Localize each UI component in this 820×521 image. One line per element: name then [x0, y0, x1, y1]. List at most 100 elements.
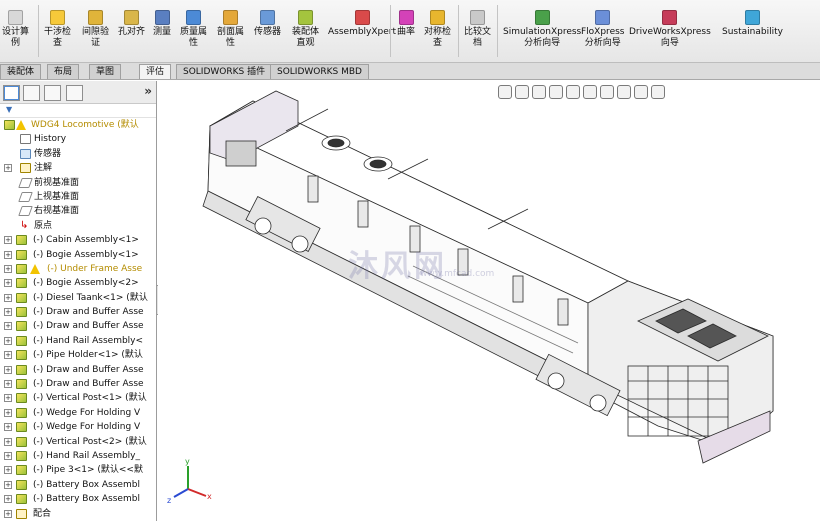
expand-icon[interactable]: +	[4, 293, 12, 302]
annotations-icon	[20, 163, 31, 174]
assemblyxpert-button[interactable]: AssemblyXpert	[328, 10, 396, 38]
tree-item[interactable]: + (-) Pipe 3<1> (默认<<默	[0, 463, 156, 477]
tab-2[interactable]: 草图	[89, 64, 122, 79]
tree-item-label: (-) Hand Rail Assembly<	[33, 335, 144, 346]
expand-icon[interactable]: +	[4, 451, 12, 460]
interference-check-icon	[50, 10, 65, 25]
tab-5[interactable]: SOLIDWORKS MBD	[270, 64, 369, 79]
compare-documents-icon	[470, 10, 485, 25]
tree-root-label: WDG4 Locomotive (默认	[31, 120, 139, 130]
assembly-viz-button[interactable]: 装配体 直观	[292, 10, 319, 49]
tree-item[interactable]: + (-) Pipe Holder<1> (默认	[0, 348, 156, 362]
part-icon	[16, 292, 27, 303]
display-manager-tab-icon[interactable]	[66, 85, 83, 101]
expand-icon[interactable]: +	[4, 308, 12, 317]
subassembly-icon	[16, 263, 27, 274]
section-props-button[interactable]: 剖面属 性	[217, 10, 244, 49]
feature-tree-tab-icon[interactable]	[3, 85, 20, 101]
tree-item[interactable]: 前视基准面	[0, 176, 156, 190]
tree-item-label: (-) Draw and Buffer Asse	[33, 364, 144, 375]
expand-icon[interactable]: +	[4, 336, 12, 345]
tree-item[interactable]: + 注解	[0, 161, 156, 175]
tree-item[interactable]: + (-) Cabin Assembly<1>	[0, 233, 156, 247]
tree-item[interactable]: + (-) Wedge For Holding V	[0, 406, 156, 420]
part-icon	[16, 350, 27, 361]
expand-icon[interactable]: +	[4, 480, 12, 489]
simxpress-button[interactable]: SimulationXpress 分析向导	[503, 10, 581, 49]
expand-icon[interactable]: +	[4, 322, 12, 331]
tab-3[interactable]: 评估	[139, 64, 172, 79]
measure-button[interactable]: 测量	[153, 10, 171, 38]
tab-1[interactable]: 布局	[47, 64, 80, 79]
expand-icon[interactable]: +	[4, 279, 12, 288]
tree-item[interactable]: + (-) Vertical Post<1> (默认	[0, 391, 156, 405]
expand-icon[interactable]: +	[4, 437, 12, 446]
expand-icon[interactable]: +	[4, 164, 12, 173]
mass-props-button[interactable]: 质量属 性	[180, 10, 207, 49]
feature-manager-panel: » ▼ WDG4 Locomotive (默认 History 传感器 + 注解前视基…	[0, 81, 157, 521]
sensor-icon	[260, 10, 275, 25]
expand-icon[interactable]: +	[4, 423, 12, 432]
tree-item[interactable]: + (-) Bogie Assembly<1>	[0, 248, 156, 262]
design-study-button[interactable]: 设计算 例	[2, 10, 29, 49]
driveworks-button[interactable]: DriveWorksXpress 向导	[629, 10, 711, 49]
compare-label: 比较文 档	[464, 27, 492, 48]
curvature-button[interactable]: 曲率	[397, 10, 415, 38]
expand-icon[interactable]: +	[4, 394, 12, 403]
sustainability-button[interactable]: Sustainability	[722, 10, 783, 38]
tree-item[interactable]: + (-) Diesel Taank<1> (默认	[0, 291, 156, 305]
graphics-area[interactable]: y x z 沐风网 www.mfcad.com	[158, 81, 820, 521]
expand-icon[interactable]: +	[4, 365, 12, 374]
property-manager-tab-icon[interactable]	[23, 85, 40, 101]
tree-item[interactable]: 传感器	[0, 147, 156, 161]
tree-item[interactable]: History	[0, 132, 156, 146]
interference-button[interactable]: 干涉检 查	[44, 10, 71, 49]
subassembly-icon	[16, 321, 27, 332]
filter-row: ▼	[0, 104, 156, 118]
tree-item[interactable]: + (-) Bogie Assembly<2>	[0, 276, 156, 290]
tree-item[interactable]: 上视基准面	[0, 190, 156, 204]
tree-item[interactable]: + (-) Vertical Post<2> (默认	[0, 435, 156, 449]
driveworksxpress-icon	[662, 10, 678, 25]
expand-icon[interactable]: +	[4, 466, 12, 475]
tab-4[interactable]: SOLIDWORKS 插件	[176, 64, 273, 79]
expand-icon[interactable]: +	[4, 236, 12, 245]
tree-item[interactable]: + (-) Hand Rail Assembly<	[0, 334, 156, 348]
configuration-manager-tab-icon[interactable]	[44, 85, 61, 101]
subassembly-icon	[16, 307, 27, 318]
tree-item[interactable]: + (-) Draw and Buffer Asse	[0, 363, 156, 377]
expand-icon[interactable]: +	[4, 351, 12, 360]
tree-item[interactable]: + (-) Draw and Buffer Asse	[0, 305, 156, 319]
tree-item[interactable]: 右视基准面	[0, 204, 156, 218]
front-plane-icon	[18, 177, 33, 188]
clearance-button[interactable]: 间隙验 证	[82, 10, 109, 49]
tree-item[interactable]: + (-) Battery Box Assembl	[0, 492, 156, 506]
expand-icon[interactable]: +	[4, 380, 12, 389]
hole-align-button[interactable]: 孔对齐	[118, 10, 145, 38]
tree-item[interactable]: + 配合	[0, 507, 156, 521]
sensor-button[interactable]: 传感器	[254, 10, 281, 38]
floxpress-button[interactable]: FloXpress 分析向导	[581, 10, 624, 49]
tree-item[interactable]: + (-) Wedge For Holding V	[0, 420, 156, 434]
expand-icon[interactable]: +	[4, 408, 12, 417]
tree-item[interactable]: + (-) Under Frame Asse	[0, 262, 156, 276]
tree-root-item[interactable]: WDG4 Locomotive (默认	[0, 118, 156, 132]
tab-0[interactable]: 装配体	[0, 64, 42, 79]
tree-item[interactable]: + (-) Battery Box Assembl	[0, 478, 156, 492]
expand-icon[interactable]: +	[4, 264, 12, 273]
filter-icon[interactable]: ▼	[6, 105, 12, 114]
tree-item[interactable]: + (-) Draw and Buffer Asse	[0, 377, 156, 391]
expand-icon[interactable]: +	[4, 495, 12, 504]
tree-item[interactable]: + (-) Hand Rail Assembly_	[0, 449, 156, 463]
symmetry-button[interactable]: 对称检 查	[424, 10, 451, 49]
tree-item[interactable]: ↳ 原点	[0, 219, 156, 233]
expand-icon[interactable]: +	[4, 509, 12, 518]
compare-button[interactable]: 比较文 档	[464, 10, 491, 49]
part-icon	[16, 436, 27, 447]
tree-item-label: (-) Draw and Buffer Asse	[33, 379, 144, 390]
tree-item[interactable]: + (-) Draw and Buffer Asse	[0, 319, 156, 333]
expand-icon[interactable]: +	[4, 250, 12, 259]
tree-item-label: 前视基准面	[34, 177, 80, 188]
floxpress-label: FloXpress 分析向导	[581, 27, 625, 48]
collapse-panel-icon[interactable]: »	[144, 84, 152, 98]
